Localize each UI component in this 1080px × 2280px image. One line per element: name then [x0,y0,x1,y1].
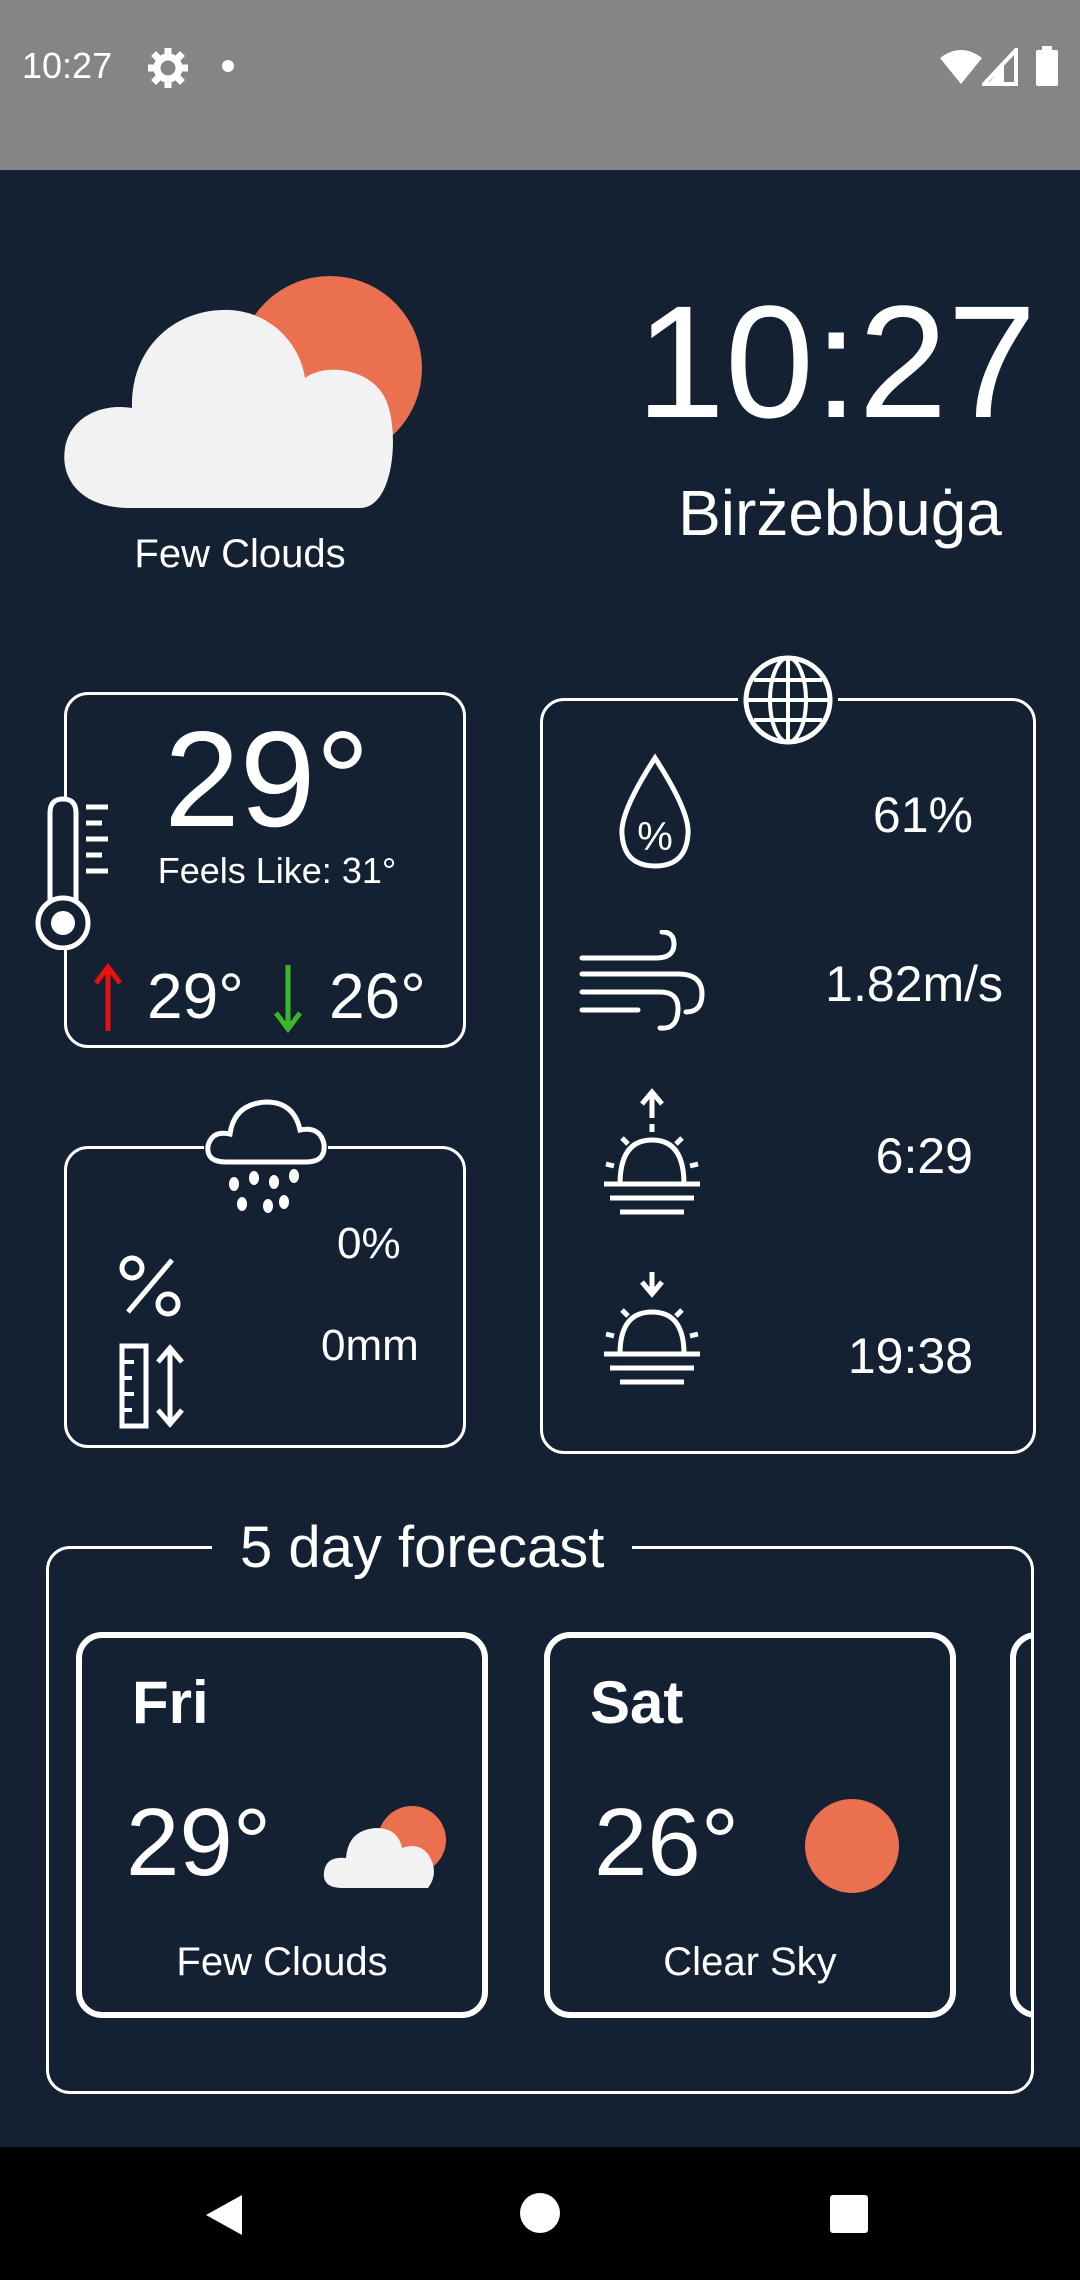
rain-gauge-icon [119,1343,184,1429]
forecast-day-card[interactable]: Sat 26° Clear Sky [544,1632,956,2018]
navigation-bar [0,2147,1080,2280]
percent-icon [119,1255,181,1317]
battery-icon [1036,46,1058,86]
forecast-day-condition: Clear Sky [663,1940,837,1984]
recents-button-icon[interactable] [828,2193,870,2235]
sunrise-icon [604,1088,700,1215]
forecast-day-name: Fri [132,1669,209,1736]
back-button-icon[interactable] [200,2191,248,2239]
few-clouds-icon [64,276,422,508]
high-arrow-icon [94,963,122,1031]
clock-time: 10:27 [636,272,1037,451]
thermometer-icon [28,796,118,950]
low-arrow-icon [274,965,302,1033]
few-clouds-icon [323,1806,446,1888]
forecast-day-card[interactable]: Fri 29° Few Clouds [76,1632,488,2018]
svg-text:%: % [637,815,673,859]
rain-cloud-icon [204,1099,328,1213]
forecast-day-card-partial[interactable] [1010,1632,1031,2018]
settings-gear-icon [148,48,188,88]
current-temperature: 29° [164,703,370,855]
sunset-icon [604,1272,700,1385]
wifi-icon [940,50,982,84]
current-condition-label: Few Clouds [134,532,346,576]
wind-icon [579,930,705,1031]
globe-icon [738,655,838,745]
low-temperature: 26° [329,960,426,1032]
sun-icon [805,1799,899,1893]
city-name: Birżebbuġa [678,477,1002,549]
feels-like-label: Feels Like: 31° [157,850,397,891]
forecast-day-temp: 26° [594,1789,740,1896]
high-temperature: 29° [147,960,244,1032]
cell-signal-icon [982,48,1018,86]
precipitation-amount: 0mm [321,1321,419,1370]
home-button-icon[interactable] [518,2191,562,2235]
status-bar: 10:27 [0,0,1080,170]
forecast-scroll[interactable]: Fri 29° Few Clouds Sat 26° Clear Sky [64,1620,1031,2020]
temperature-panel: 29° Feels Like: 31° 29° 26° [64,692,466,1048]
forecast-title: 5 day forecast [212,1508,633,1588]
notification-dot-icon [222,60,234,72]
status-time: 10:27 [22,45,113,86]
forecast-day-name: Sat [590,1669,684,1736]
forecast-day-condition: Few Clouds [176,1940,388,1984]
humidity-drop-icon: % [619,753,691,869]
humidity-value: 61% [872,787,973,843]
precipitation-probability: 0% [337,1219,401,1268]
forecast-day-temp: 29° [126,1789,272,1896]
